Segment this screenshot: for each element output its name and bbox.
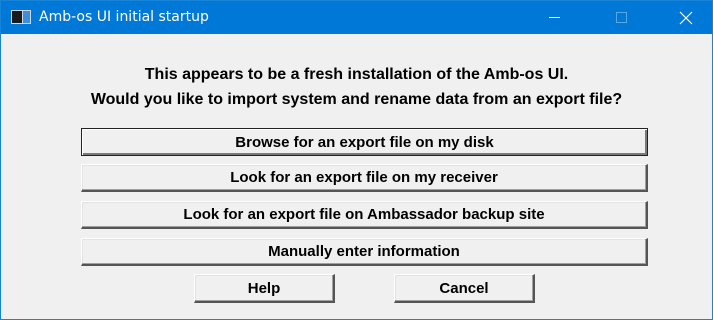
message-line-2: Would you like to import system and rena… [90,91,623,108]
cancel-button[interactable]: Cancel [394,274,535,303]
close-button[interactable] [663,1,709,34]
dialog-window: Amb-os UI initial startup This appears t… [0,0,713,320]
receiver-button[interactable]: Look for an export file on my receiver [81,164,648,192]
maximize-button [598,1,644,34]
backup-site-button[interactable]: Look for an export file on Ambassador ba… [81,201,648,229]
title-bar[interactable]: Amb-os UI initial startup [1,1,712,34]
maximize-icon [616,12,627,23]
help-button[interactable]: Help [194,274,335,303]
browse-disk-button[interactable]: Browse for an export file on my disk [81,128,648,156]
minimize-button[interactable] [531,1,577,34]
manual-entry-button[interactable]: Manually enter information [81,238,648,266]
message-line-1: This appears to be a fresh installation … [144,66,569,83]
window-title: Amb-os UI initial startup [39,9,209,25]
close-icon [679,11,693,25]
app-icon [11,10,31,24]
minimize-icon [549,17,560,18]
